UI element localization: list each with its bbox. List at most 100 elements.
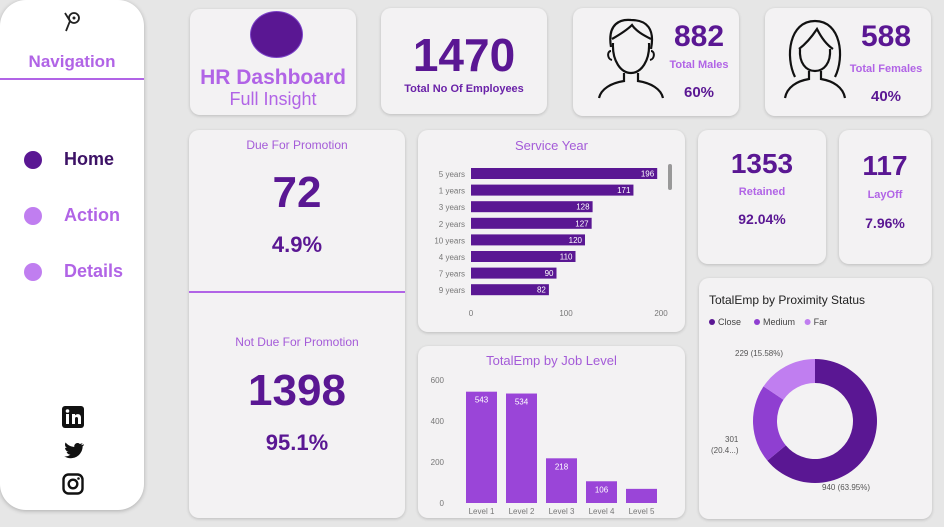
nav-item-label: Action bbox=[64, 205, 120, 225]
job-level-data-label: 534 bbox=[515, 398, 529, 407]
service-year-tick-label: 0 bbox=[469, 309, 474, 318]
females-value: 588 bbox=[860, 20, 912, 53]
service-year-category-label: 2 years bbox=[439, 220, 465, 229]
due-promotion-title: Due For Promotion bbox=[246, 138, 348, 152]
job-level-bar bbox=[466, 391, 497, 503]
service-year-category-label: 7 years bbox=[439, 270, 465, 279]
not-due-promotion-pct: 95.1% bbox=[265, 430, 329, 455]
service-year-data-label: 120 bbox=[569, 236, 583, 245]
males-value: 882 bbox=[673, 20, 725, 53]
job-level-category-label: Level 2 bbox=[509, 507, 535, 516]
layoff-value: 117 bbox=[862, 150, 908, 181]
not-due-promotion-value: 1398 bbox=[248, 366, 346, 415]
females-pct: 40% bbox=[870, 88, 902, 105]
service-year-data-label: 82 bbox=[537, 286, 546, 295]
pin-logo-icon bbox=[64, 12, 80, 32]
males-label: Total Males bbox=[669, 59, 729, 71]
nav-item-label: Home bbox=[64, 149, 115, 169]
due-promotion-value: 72 bbox=[272, 168, 322, 217]
nav-item-action[interactable]: Action bbox=[24, 205, 120, 226]
service-year-bar bbox=[471, 217, 592, 229]
proximity-data-label: 940 (63.95%) bbox=[822, 483, 870, 492]
proximity-legend-swatch bbox=[709, 319, 715, 325]
service-year-data-label: 127 bbox=[575, 219, 589, 228]
proximity-legend-swatch bbox=[754, 319, 760, 325]
job-level-category-label: Level 4 bbox=[589, 507, 615, 516]
promotion-card: Due For Promotion 72 4.9% Not Due For Pr… bbox=[189, 130, 405, 518]
navigation-panel: Navigation Home Action Details bbox=[0, 0, 144, 510]
service-year-chart: 5 years 196 1 years 171 3 years 128 2 years 127… bbox=[434, 164, 672, 318]
not-due-promotion-title: Not Due For Promotion bbox=[235, 335, 359, 349]
service-year-category-label: 4 years bbox=[439, 253, 465, 262]
proximity-data-label: 301 bbox=[725, 435, 739, 444]
retained-card: 1353 Retained 92.04% bbox=[698, 130, 826, 264]
linkedin-icon[interactable] bbox=[62, 406, 84, 428]
proximity-legend-label: Far bbox=[814, 317, 828, 327]
nav-item-label: Details bbox=[64, 261, 124, 281]
male-avatar-icon bbox=[597, 18, 665, 99]
job-level-tick-label: 200 bbox=[431, 458, 445, 467]
layoff-pct: 7.96% bbox=[865, 215, 905, 231]
males-pct: 60% bbox=[683, 84, 715, 101]
logo-circle bbox=[250, 11, 303, 58]
action-dot-icon bbox=[24, 206, 42, 225]
job-level-category-label: Level 1 bbox=[469, 507, 495, 516]
nav-item-home[interactable]: Home bbox=[24, 149, 114, 170]
female-avatar-icon bbox=[783, 19, 847, 99]
service-year-tick-label: 200 bbox=[654, 309, 668, 318]
page-subtitle: Full Insight bbox=[229, 89, 317, 109]
proximity-legend-swatch bbox=[804, 319, 811, 325]
service-year-data-label: 128 bbox=[576, 203, 590, 212]
service-year-data-label: 90 bbox=[545, 269, 554, 278]
service-year-data-label: 171 bbox=[617, 186, 631, 195]
instagram-icon[interactable] bbox=[62, 473, 84, 495]
females-card: 588 Total Females 40% bbox=[765, 8, 931, 116]
total-employees-label: Total No Of Employees bbox=[404, 83, 524, 95]
job-level-data-label: 543 bbox=[475, 396, 489, 405]
due-promotion-pct: 4.9% bbox=[271, 232, 323, 257]
nav-item-details[interactable]: Details bbox=[24, 261, 123, 282]
job-level-data-label: 218 bbox=[555, 462, 569, 471]
job-level-card: TotalEmp by Job Level 600 400 200 0 543 Level… bbox=[418, 346, 685, 518]
details-dot-icon bbox=[24, 262, 42, 281]
service-year-bar bbox=[471, 201, 593, 213]
job-level-bar bbox=[626, 488, 657, 503]
service-year-category-label: 1 years bbox=[439, 187, 465, 196]
service-year-category-label: 10 years bbox=[434, 236, 465, 245]
layoff-card: 117 LayOff 7.96% bbox=[839, 130, 931, 264]
job-level-category-label: Level 3 bbox=[549, 507, 575, 516]
job-level-tick-label: 400 bbox=[431, 417, 445, 426]
service-year-data-label: 196 bbox=[641, 170, 655, 179]
header-card: HR Dashboard Full Insight bbox=[190, 9, 356, 115]
retained-label: Retained bbox=[738, 186, 786, 198]
proximity-legend-label: Close bbox=[718, 317, 741, 327]
layoff-label: LayOff bbox=[867, 189, 903, 201]
females-label: Total Females bbox=[849, 63, 923, 75]
retained-value: 1353 bbox=[730, 148, 794, 179]
proximity-card: TotalEmp by Proximity Status Close Medium… bbox=[699, 278, 932, 519]
job-level-data-label: 106 bbox=[595, 485, 609, 494]
total-employees-card: 1470 Total No Of Employees bbox=[381, 8, 547, 114]
promotion-divider bbox=[189, 291, 405, 293]
job-level-category-label: Level 5 bbox=[629, 507, 655, 516]
twitter-icon[interactable] bbox=[62, 441, 84, 463]
service-year-category-label: 9 years bbox=[439, 286, 465, 295]
males-card: 882 Total Males 60% bbox=[573, 8, 739, 116]
service-year-category-label: 3 years bbox=[439, 203, 465, 212]
nav-divider bbox=[0, 78, 144, 80]
service-year-category-label: 5 years bbox=[439, 170, 465, 179]
job-level-bar bbox=[506, 393, 537, 503]
page-title: HR Dashboard bbox=[200, 66, 346, 89]
total-employees-value: 1470 bbox=[412, 29, 516, 81]
job-level-tick-label: 600 bbox=[431, 376, 445, 385]
proximity-legend-label: Medium bbox=[763, 317, 795, 327]
service-year-card: Service Year 5 years 196 1 years 171 3 years… bbox=[418, 130, 685, 332]
service-year-bar bbox=[471, 168, 658, 179]
proximity-chart: Close Medium Far 940 (63.95%) 301 (20.4...) 22… bbox=[709, 317, 877, 492]
service-year-bar bbox=[471, 184, 634, 196]
proximity-data-label: 229 (15.58%) bbox=[735, 349, 783, 358]
service-year-data-label: 110 bbox=[560, 253, 573, 262]
proximity-data-label: (20.4...) bbox=[711, 446, 739, 455]
nav-title: Navigation bbox=[28, 52, 116, 71]
home-dot-icon bbox=[24, 150, 42, 169]
